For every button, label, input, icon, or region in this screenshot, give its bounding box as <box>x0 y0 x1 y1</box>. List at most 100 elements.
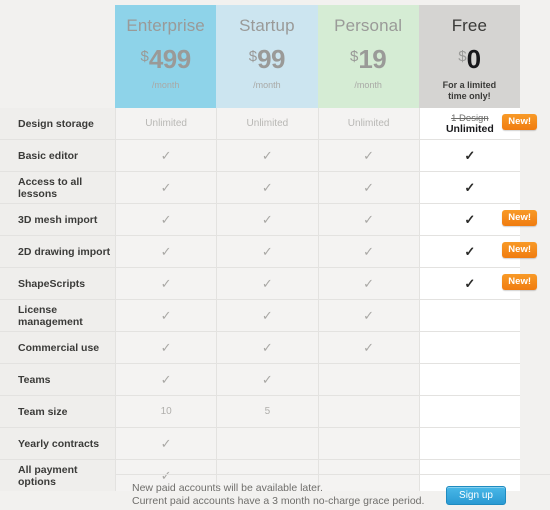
cell-free <box>418 428 520 459</box>
check-icon: ✓ <box>160 148 172 163</box>
table-row: 3D mesh import ✓ ✓ ✓ ✓ New! <box>0 203 537 235</box>
new-badge: New! <box>502 114 537 130</box>
table-row: Team size 10 5 <box>0 395 520 427</box>
plan-price: $99 <box>248 44 286 77</box>
cell-enterprise: ✓ <box>115 204 217 235</box>
cell-personal: ✓ <box>317 172 419 203</box>
cell-personal: ✓ <box>317 300 419 331</box>
check-icon: ✓ <box>363 308 375 323</box>
check-icon: ✓ <box>261 244 273 259</box>
plan-note: For a limited time only! <box>443 80 497 102</box>
cell-personal: ✓ <box>317 332 419 363</box>
plan-price: $19 <box>350 44 387 77</box>
cell-free <box>418 364 520 395</box>
cell-startup: ✓ <box>216 364 318 395</box>
table-row: License management ✓ ✓ ✓ <box>0 299 520 331</box>
plan-card-enterprise[interactable]: Enterprise $499 /month <box>115 5 217 108</box>
plan-price: $0 <box>458 44 481 77</box>
feature-label: 2D drawing import <box>0 236 115 267</box>
plan-header-row: Enterprise $499 /month Startup $99 /mont… <box>115 5 520 108</box>
cell-personal: ✓ <box>317 268 419 299</box>
cell-personal <box>317 428 419 459</box>
table-row: Yearly contracts ✓ <box>0 427 520 459</box>
cell-enterprise: ✓ <box>115 364 217 395</box>
check-icon: ✓ <box>363 276 375 291</box>
check-icon: ✓ <box>160 244 172 259</box>
table-row: ShapeScripts ✓ ✓ ✓ ✓ New! <box>0 267 537 299</box>
table-row: Access to all lessons ✓ ✓ ✓ ✓ <box>0 171 520 203</box>
plan-card-personal[interactable]: Personal $19 /month <box>317 5 419 108</box>
feature-label: Teams <box>0 364 115 395</box>
sign-up-button[interactable]: Sign up <box>446 486 506 505</box>
team-size-value: 5 <box>264 406 271 417</box>
new-badge: New! <box>502 210 537 226</box>
feature-label: License management <box>0 300 115 331</box>
plan-period: /month <box>253 80 281 90</box>
check-icon: ✓ <box>363 148 375 163</box>
plan-period: /month <box>151 80 180 90</box>
plan-note-line2: time only! <box>448 91 491 101</box>
feature-label: ShapeScripts <box>0 268 115 299</box>
plan-name: Personal <box>334 16 403 35</box>
cell-enterprise: Unlimited <box>115 108 217 139</box>
table-row: Design storage Unlimited Unlimited Unlim… <box>0 108 537 139</box>
cell-free: ✓ <box>418 172 520 203</box>
storage-new-value: Unlimited <box>445 122 494 135</box>
cell-free <box>418 332 520 363</box>
check-icon: ✓ <box>464 276 476 291</box>
cell-startup <box>216 428 318 459</box>
cell-startup: ✓ <box>216 140 318 171</box>
table-row: 2D drawing import ✓ ✓ ✓ ✓ New! <box>0 235 537 267</box>
check-icon: ✓ <box>464 148 476 163</box>
check-icon: ✓ <box>464 180 476 195</box>
pricing-table-page: Enterprise $499 /month Startup $99 /mont… <box>0 0 550 509</box>
price-amount: 0 <box>466 44 481 74</box>
cell-free <box>418 300 520 331</box>
check-icon: ✓ <box>261 180 273 195</box>
storage-old-value: 1 Design <box>451 112 489 124</box>
check-icon: ✓ <box>363 340 375 355</box>
cell-personal: ✓ <box>317 140 419 171</box>
currency-symbol: $ <box>248 48 258 65</box>
cell-enterprise: ✓ <box>115 236 217 267</box>
plan-card-startup[interactable]: Startup $99 /month <box>216 5 318 108</box>
feature-label: Basic editor <box>0 140 115 171</box>
cell-startup: ✓ <box>216 204 318 235</box>
plan-card-free[interactable]: Free $0 For a limited time only! <box>418 5 520 108</box>
feature-label: Design storage <box>0 108 115 139</box>
check-icon: ✓ <box>261 308 273 323</box>
cell-enterprise: ✓ <box>115 300 217 331</box>
price-amount: 99 <box>257 44 285 74</box>
cell-startup: ✓ <box>216 332 318 363</box>
table-row: Commercial use ✓ ✓ ✓ <box>0 331 520 363</box>
cell-personal: Unlimited <box>317 108 419 139</box>
cell-startup: ✓ <box>216 172 318 203</box>
currency-symbol: $ <box>458 48 467 65</box>
cell-personal <box>317 364 419 395</box>
cell-startup: ✓ <box>216 236 318 267</box>
check-icon: ✓ <box>363 212 375 227</box>
table-footer: New paid accounts will be available late… <box>115 474 550 510</box>
price-amount: 499 <box>148 44 191 74</box>
cell-enterprise: ✓ <box>115 428 217 459</box>
feature-label: Yearly contracts <box>0 428 115 459</box>
currency-symbol: $ <box>140 48 149 65</box>
new-badge: New! <box>502 242 537 258</box>
check-icon: ✓ <box>363 244 375 259</box>
check-icon: ✓ <box>160 212 172 227</box>
cell-startup: ✓ <box>216 268 318 299</box>
check-icon: ✓ <box>160 180 172 195</box>
plan-period: /month <box>354 80 382 90</box>
price-amount: 19 <box>358 44 387 74</box>
check-icon: ✓ <box>464 244 476 259</box>
cell-free: ✓ <box>418 140 520 171</box>
check-icon: ✓ <box>160 276 172 291</box>
cell-personal: ✓ <box>317 236 419 267</box>
new-badge: New! <box>502 274 537 290</box>
check-icon: ✓ <box>464 212 476 227</box>
cell-enterprise: 10 <box>115 396 217 427</box>
cell-personal: ✓ <box>317 204 419 235</box>
feature-label: Access to all lessons <box>0 172 115 203</box>
team-size-value: 10 <box>160 406 172 417</box>
feature-table: Design storage Unlimited Unlimited Unlim… <box>0 108 537 491</box>
